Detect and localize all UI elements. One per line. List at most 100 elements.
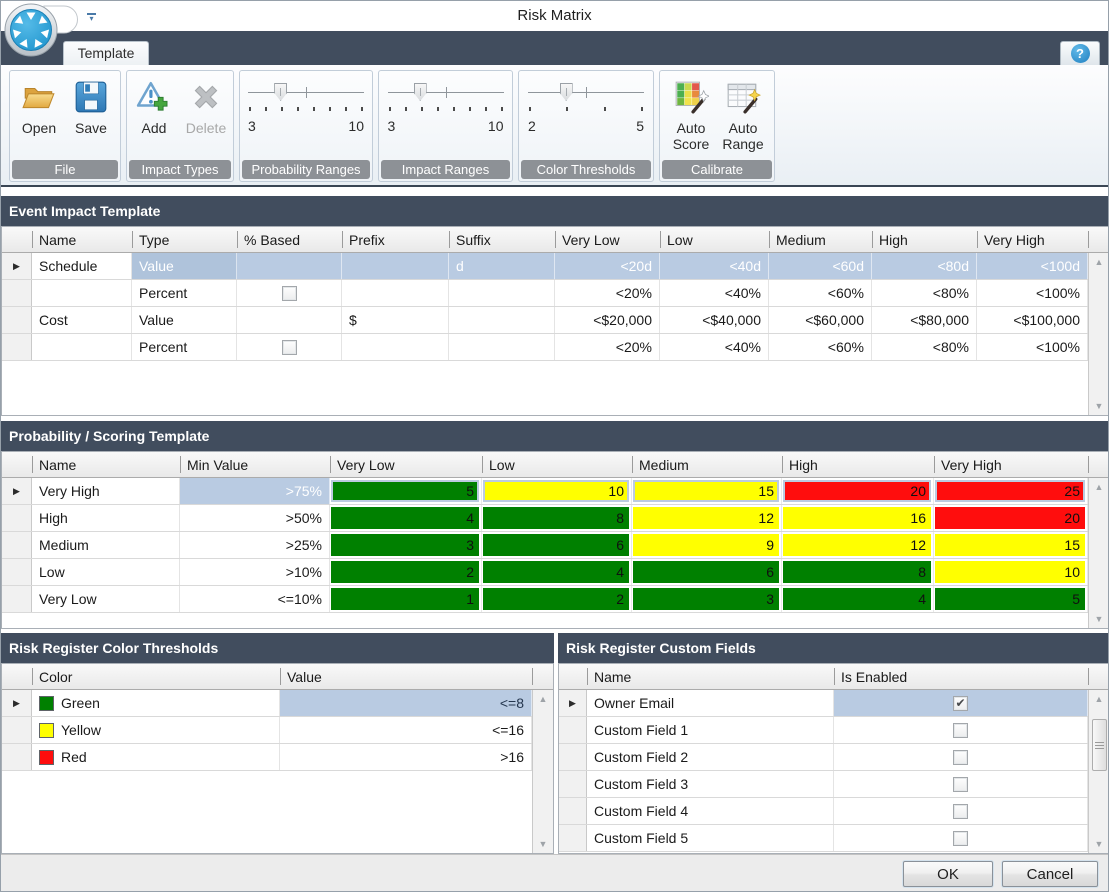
help-button[interactable]: ? <box>1060 41 1100 65</box>
col-header-suffix[interactable]: Suffix <box>449 227 555 252</box>
vertical-scrollbar[interactable]: ▲ ▼ <box>532 690 553 853</box>
cell-prefix[interactable] <box>342 280 449 306</box>
col-header-is-enabled[interactable]: Is Enabled <box>834 664 1088 689</box>
scroll-up-icon[interactable]: ▲ <box>1092 693 1107 705</box>
col-header-very-high[interactable]: Very High <box>934 452 1088 477</box>
cell-pct-based[interactable] <box>237 334 342 360</box>
slider-thumb[interactable] <box>414 83 427 101</box>
impact-ranges-slider[interactable]: 3 10 <box>388 76 504 134</box>
cell-type[interactable]: Percent <box>132 334 237 360</box>
cell-is-enabled[interactable] <box>834 690 1088 716</box>
cell-medium[interactable]: <60d <box>769 253 872 279</box>
cell-name[interactable] <box>32 280 132 306</box>
cell-score-medium[interactable]: 9 <box>632 532 782 558</box>
cell-color[interactable]: Yellow <box>32 717 280 743</box>
vertical-scrollbar[interactable]: ▲ ▼ <box>1088 478 1109 628</box>
cell-score-high[interactable]: 16 <box>782 505 934 531</box>
is-enabled-checkbox[interactable] <box>953 723 968 738</box>
cell-is-enabled[interactable] <box>834 825 1088 851</box>
is-enabled-checkbox[interactable] <box>953 804 968 819</box>
cell-value[interactable]: <=16 <box>280 717 532 743</box>
cell-score-very-low[interactable]: 3 <box>330 532 482 558</box>
cell-very-low[interactable]: <20% <box>555 334 660 360</box>
row-selector[interactable] <box>559 825 587 851</box>
scroll-down-icon[interactable]: ▼ <box>1092 838 1107 850</box>
row-selector[interactable] <box>2 280 32 306</box>
col-header-color[interactable]: Color <box>32 664 280 689</box>
col-header-high[interactable]: High <box>782 452 934 477</box>
cell-score-medium[interactable]: 12 <box>632 505 782 531</box>
slider-thumb[interactable] <box>560 83 573 101</box>
col-header-medium[interactable]: Medium <box>632 452 782 477</box>
cell-suffix[interactable] <box>449 307 555 333</box>
scroll-up-icon[interactable]: ▲ <box>536 693 551 705</box>
col-header-high[interactable]: High <box>872 227 977 252</box>
cell-min-value[interactable]: <=10% <box>180 586 330 612</box>
cell-min-value[interactable]: >10% <box>180 559 330 585</box>
scroll-up-icon[interactable]: ▲ <box>1092 481 1107 493</box>
row-selector[interactable] <box>2 307 32 333</box>
cell-name[interactable]: Custom Field 4 <box>587 798 834 824</box>
open-button[interactable]: Open <box>13 76 65 136</box>
col-header-pct-based[interactable]: % Based <box>237 227 342 252</box>
cell-score-high[interactable]: 20 <box>782 478 934 504</box>
scroll-up-icon[interactable]: ▲ <box>1092 256 1107 268</box>
col-header-low[interactable]: Low <box>660 227 769 252</box>
cell-score-medium[interactable]: 6 <box>632 559 782 585</box>
row-selector[interactable] <box>2 334 32 360</box>
vertical-scrollbar[interactable]: ▲ ▼ <box>1088 690 1109 853</box>
cell-prefix[interactable]: $ <box>342 307 449 333</box>
cell-name[interactable]: Medium <box>32 532 180 558</box>
row-selector[interactable] <box>2 586 32 612</box>
cell-score-very-high[interactable]: 15 <box>934 532 1088 558</box>
pct-based-checkbox[interactable] <box>282 340 297 355</box>
cell-min-value[interactable]: >25% <box>180 532 330 558</box>
cell-high[interactable]: <80% <box>872 280 977 306</box>
cell-name[interactable]: Custom Field 1 <box>587 717 834 743</box>
slider-thumb[interactable] <box>274 83 287 101</box>
auto-range-button[interactable]: Auto Range <box>717 76 769 152</box>
col-header-type[interactable]: Type <box>132 227 237 252</box>
cell-low[interactable]: <40% <box>660 280 769 306</box>
cell-name[interactable]: High <box>32 505 180 531</box>
pct-based-checkbox[interactable] <box>282 286 297 301</box>
app-logo-icon[interactable] <box>4 3 58 57</box>
cell-medium[interactable]: <60% <box>769 334 872 360</box>
cell-name[interactable]: Very High <box>32 478 180 504</box>
row-selector[interactable] <box>2 559 32 585</box>
cell-name[interactable]: Custom Field 5 <box>587 825 834 851</box>
delete-impact-type-button[interactable]: Delete <box>180 76 232 136</box>
cell-min-value[interactable]: >75% <box>180 478 330 504</box>
cell-high[interactable]: <80d <box>872 253 977 279</box>
cell-name[interactable]: Owner Email <box>587 690 834 716</box>
add-impact-type-button[interactable]: Add <box>128 76 180 136</box>
cell-low[interactable]: <$40,000 <box>660 307 769 333</box>
ok-button[interactable]: OK <box>903 861 993 887</box>
cell-color[interactable]: Green <box>32 690 280 716</box>
cell-name[interactable]: Schedule <box>32 253 132 279</box>
cell-pct-based[interactable] <box>237 280 342 306</box>
cell-very-high[interactable]: <$100,000 <box>977 307 1088 333</box>
cell-score-high[interactable]: 4 <box>782 586 934 612</box>
col-header-very-low[interactable]: Very Low <box>330 452 482 477</box>
row-selector[interactable]: ▶ <box>2 690 32 716</box>
row-selector[interactable] <box>559 717 587 743</box>
cell-is-enabled[interactable] <box>834 744 1088 770</box>
cell-type[interactable]: Value <box>132 253 237 279</box>
cell-score-low[interactable]: 6 <box>482 532 632 558</box>
cell-name[interactable]: Low <box>32 559 180 585</box>
col-header-very-high[interactable]: Very High <box>977 227 1088 252</box>
cell-high[interactable]: <$80,000 <box>872 307 977 333</box>
cell-score-very-high[interactable]: 10 <box>934 559 1088 585</box>
col-header-very-low[interactable]: Very Low <box>555 227 660 252</box>
cell-score-low[interactable]: 8 <box>482 505 632 531</box>
is-enabled-checkbox[interactable] <box>953 831 968 846</box>
cell-is-enabled[interactable] <box>834 771 1088 797</box>
cell-score-very-low[interactable]: 5 <box>330 478 482 504</box>
cell-score-medium[interactable]: 3 <box>632 586 782 612</box>
col-header-name[interactable]: Name <box>32 227 132 252</box>
cell-score-low[interactable]: 4 <box>482 559 632 585</box>
vertical-scrollbar[interactable]: ▲ ▼ <box>1088 253 1109 415</box>
col-header-medium[interactable]: Medium <box>769 227 872 252</box>
row-selector[interactable] <box>559 798 587 824</box>
